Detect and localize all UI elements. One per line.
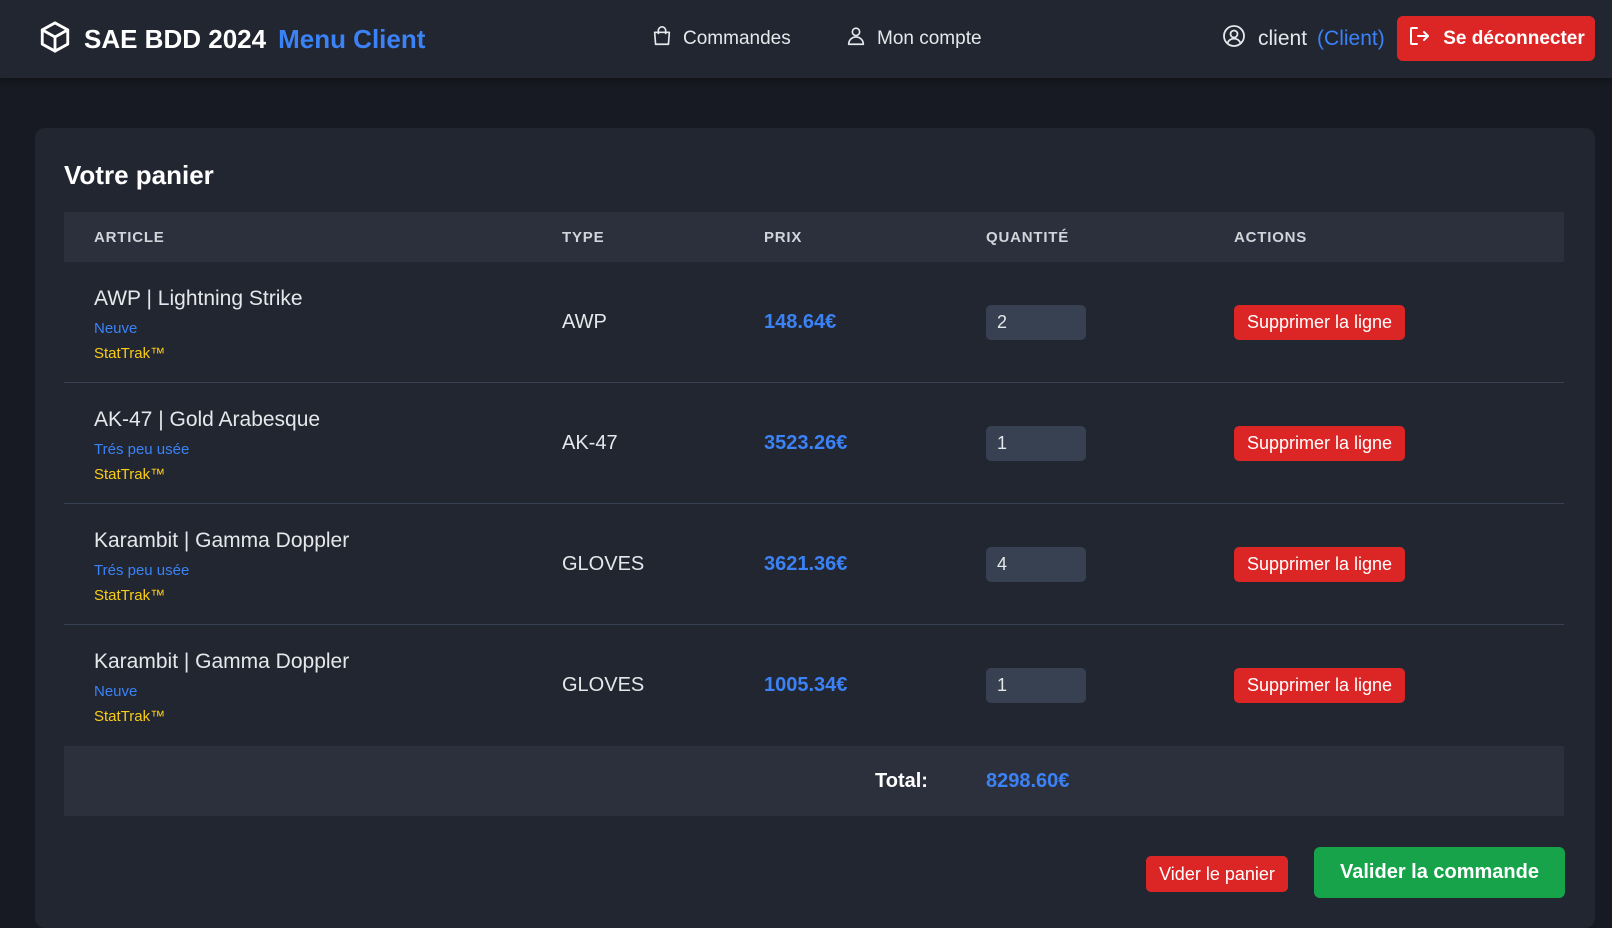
item-stattrak: StatTrak™	[94, 345, 166, 362]
item-wear: Trés peu usée	[94, 562, 190, 579]
nav-account-label: Mon compte	[877, 28, 982, 49]
nav-orders-label: Commandes	[683, 28, 791, 49]
quantity-input[interactable]	[986, 305, 1086, 340]
logout-button[interactable]: Se déconnecter	[1397, 16, 1595, 61]
brand[interactable]: SAE BDD 2024 Menu Client	[38, 20, 425, 58]
nav-orders-link[interactable]: Commandes	[651, 24, 791, 54]
cart-title: Votre panier	[64, 160, 214, 190]
quantity-input[interactable]	[986, 668, 1086, 703]
total-label: Total:	[875, 770, 928, 792]
table-header: ARTICLE TYPE PRIX QUANTITÉ ACTIONS	[64, 212, 1564, 262]
clear-cart-button[interactable]: Vider le panier	[1146, 856, 1288, 892]
item-type: AK-47	[562, 432, 618, 454]
logout-label: Se déconnecter	[1443, 27, 1585, 49]
column-header-quantity: QUANTITÉ	[986, 229, 1070, 246]
table-row: AWP | Lightning Strike Neuve StatTrak™ A…	[64, 262, 1564, 383]
item-price: 3621.36€	[764, 553, 848, 575]
column-header-price: PRIX	[764, 229, 803, 246]
item-price: 148.64€	[764, 311, 837, 333]
brand-subtitle: Menu Client	[278, 23, 426, 54]
item-type: GLOVES	[562, 553, 645, 575]
top-navbar: SAE BDD 2024 Menu Client Commandes Mon c…	[0, 0, 1612, 78]
validate-order-button[interactable]: Valider la commande	[1314, 847, 1565, 898]
delete-line-button[interactable]: Supprimer la ligne	[1234, 305, 1405, 340]
user-name: client	[1258, 27, 1308, 50]
item-name: Karambit | Gamma Doppler	[94, 529, 350, 552]
item-wear: Neuve	[94, 320, 138, 337]
table-row: Karambit | Gamma Doppler Neuve StatTrak™…	[64, 625, 1564, 746]
item-price: 3523.26€	[764, 432, 848, 454]
quantity-input[interactable]	[986, 547, 1086, 582]
item-price: 1005.34€	[764, 674, 848, 696]
item-stattrak: StatTrak™	[94, 708, 166, 725]
nav-account-link[interactable]: Mon compte	[845, 24, 982, 54]
quantity-input[interactable]	[986, 426, 1086, 461]
item-name: AWP | Lightning Strike	[94, 287, 303, 310]
delete-line-button[interactable]: Supprimer la ligne	[1234, 426, 1405, 461]
delete-line-button[interactable]: Supprimer la ligne	[1234, 547, 1405, 582]
item-name: Karambit | Gamma Doppler	[94, 650, 350, 673]
cube-logo-icon	[38, 20, 72, 59]
user-circle-icon	[1222, 24, 1258, 54]
logout-icon	[1407, 24, 1443, 54]
user-icon	[845, 24, 877, 54]
item-stattrak: StatTrak™	[94, 466, 166, 483]
table-row: Karambit | Gamma Doppler Trés peu usée S…	[64, 504, 1564, 625]
column-header-type: TYPE	[562, 229, 605, 246]
total-row: Total: 8298.60€	[64, 746, 1564, 816]
item-wear: Neuve	[94, 683, 138, 700]
brand-title: SAE BDD 2024	[84, 23, 267, 54]
total-value: 8298.60€	[986, 770, 1070, 792]
delete-line-button[interactable]: Supprimer la ligne	[1234, 668, 1405, 703]
user-role: (Client)	[1317, 27, 1385, 50]
item-name: AK-47 | Gold Arabesque	[94, 408, 321, 431]
cart-card: Votre panier ARTICLE TYPE PRIX QUANTITÉ …	[35, 128, 1595, 928]
item-stattrak: StatTrak™	[94, 587, 166, 604]
table-row: AK-47 | Gold Arabesque Trés peu usée Sta…	[64, 383, 1564, 504]
item-wear: Trés peu usée	[94, 441, 190, 458]
shopping-bag-icon	[651, 24, 683, 54]
item-type: AWP	[562, 311, 607, 333]
current-user: client (Client)	[1222, 24, 1385, 54]
cart-table: ARTICLE TYPE PRIX QUANTITÉ ACTIONS AWP |…	[64, 212, 1564, 816]
column-header-article: ARTICLE	[94, 229, 165, 246]
item-type: GLOVES	[562, 674, 645, 696]
column-header-actions: ACTIONS	[1234, 229, 1308, 246]
